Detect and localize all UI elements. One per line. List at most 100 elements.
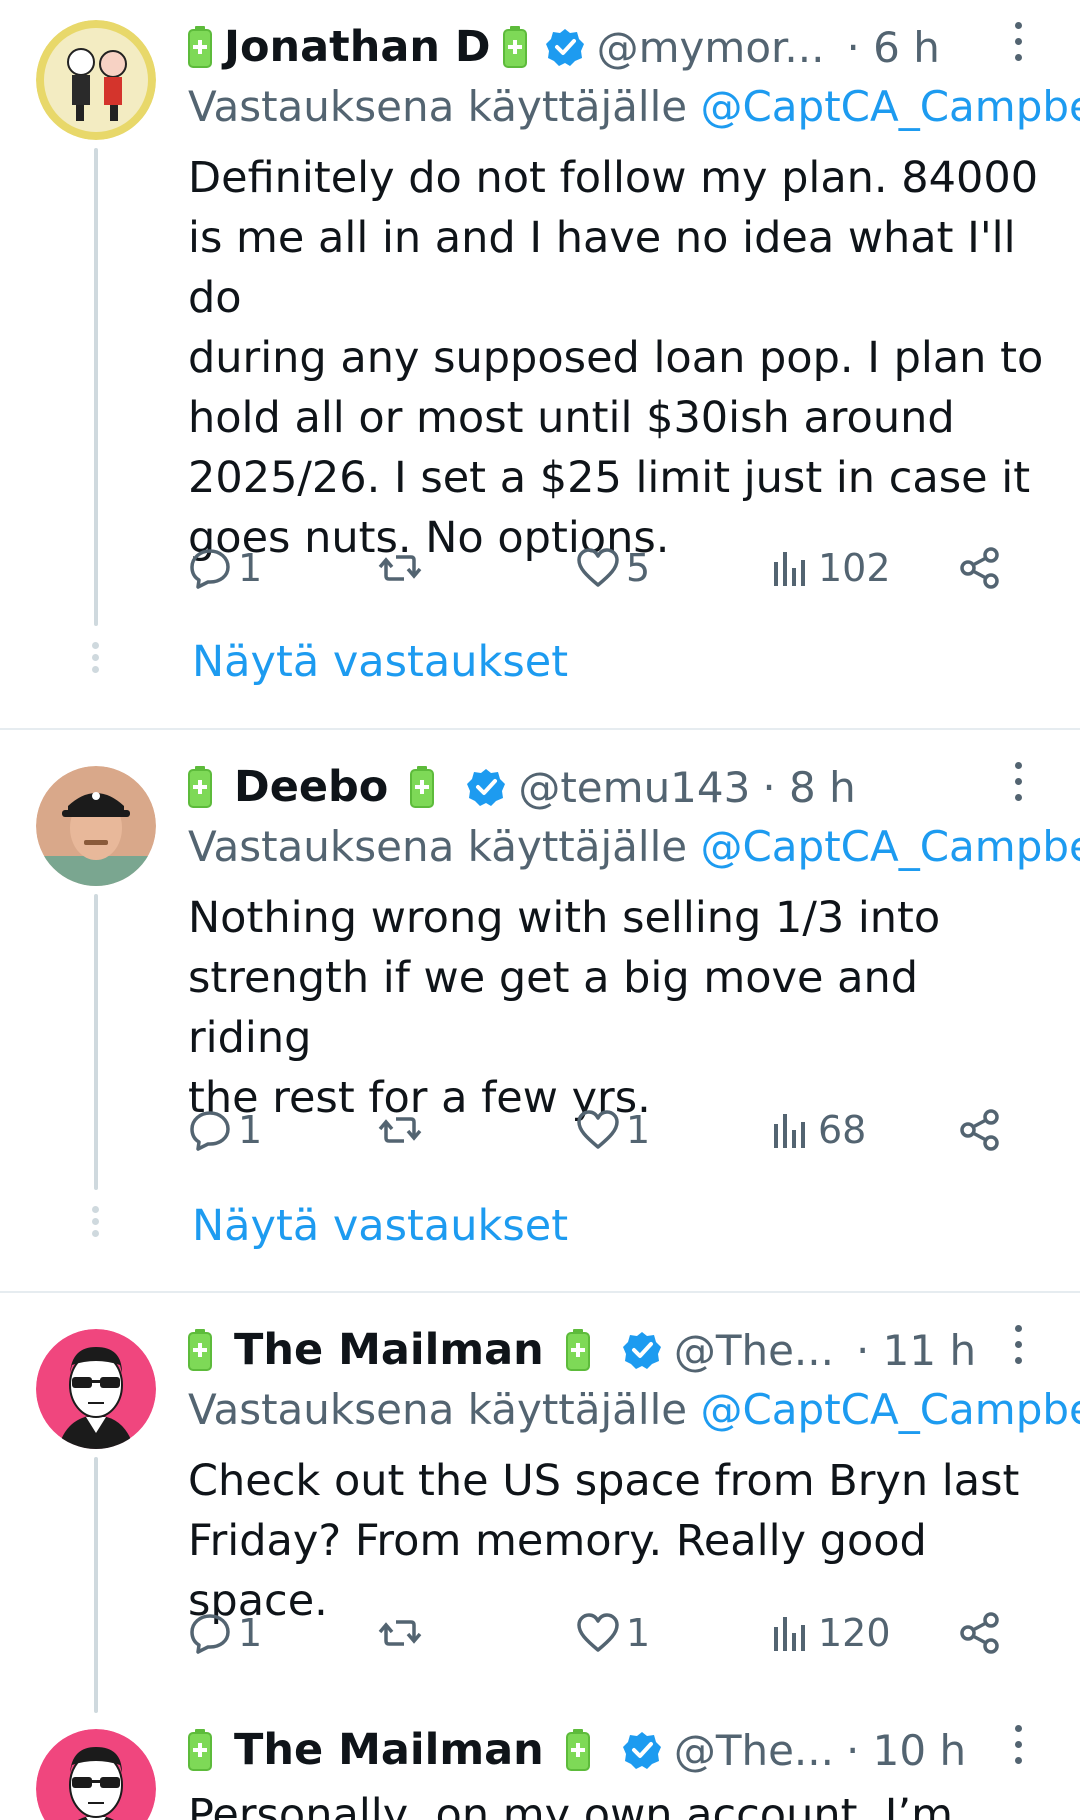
user-handle[interactable]: @temu143 xyxy=(518,763,750,812)
views-button[interactable]: 120 xyxy=(768,1603,891,1663)
user-handle[interactable]: @The... xyxy=(674,1326,834,1375)
reply-mention-link[interactable]: @CaptCA_Campbell xyxy=(700,82,1080,131)
share-icon xyxy=(960,547,999,589)
reply-prefix: Vastauksena käyttäjälle xyxy=(188,1385,688,1434)
tweet-actions: 1 1 68 xyxy=(188,1100,1018,1160)
verified-badge-icon xyxy=(466,767,506,807)
like-count: 1 xyxy=(626,1108,651,1152)
reply-count: 1 xyxy=(238,1108,263,1152)
timestamp[interactable]: · 11 h xyxy=(856,1326,976,1375)
thread-line xyxy=(94,1457,98,1713)
reply-count: 1 xyxy=(238,1611,263,1655)
battery-icon xyxy=(565,1729,590,1771)
reply-icon xyxy=(190,1111,230,1151)
battery-icon xyxy=(188,1329,212,1371)
tweet-2[interactable]: Deebo @temu143 · 8 h Vastauksena käyttäj… xyxy=(0,730,1080,1290)
tweet-text: Definitely do not follow my plan. 84000 … xyxy=(188,153,1044,563)
share-button[interactable] xyxy=(958,1603,1002,1663)
retweet-button[interactable] xyxy=(378,1100,422,1160)
reply-mention-link[interactable]: @CaptCA_Campbell xyxy=(700,822,1080,871)
retweet-icon xyxy=(378,1117,422,1143)
avatar-deebo[interactable] xyxy=(36,766,156,886)
avatar-jonathan-d[interactable] xyxy=(36,20,156,140)
tweet-actions: 1 1 120 xyxy=(188,1603,1018,1663)
like-button[interactable]: 1 xyxy=(576,1603,650,1663)
views-count: 102 xyxy=(818,546,891,590)
more-options-icon[interactable] xyxy=(1008,762,1028,810)
battery-icon xyxy=(188,1729,212,1771)
tweet-header: Deebo @temu143 · 8 h xyxy=(188,757,856,817)
thread-dots xyxy=(90,1206,100,1242)
reply-button[interactable]: 1 xyxy=(188,538,262,598)
show-replies-link[interactable]: Näytä vastaukset xyxy=(192,1196,568,1256)
tweet-text: Personally, on my own account, I’m xyxy=(188,1790,954,1820)
share-button[interactable] xyxy=(958,1100,1002,1160)
verified-badge-icon xyxy=(622,1330,662,1370)
more-options-icon[interactable] xyxy=(1008,1725,1028,1773)
reply-prefix: Vastauksena käyttäjälle xyxy=(188,822,688,871)
retweet-button[interactable] xyxy=(378,538,422,598)
tweet-actions: 1 5 102 xyxy=(188,538,1018,598)
tweet-1[interactable]: Jonathan D @mymor... · 6 h Vastauksena k… xyxy=(0,0,1080,728)
share-icon xyxy=(960,1612,999,1654)
reply-context: Vastauksena käyttäjälle @CaptCA_Campbell xyxy=(188,822,1080,880)
timestamp[interactable]: · 8 h xyxy=(762,763,855,812)
tweet-4[interactable]: The Mailman @The... · 10 h Personally, o… xyxy=(0,1713,1080,1820)
views-button[interactable]: 68 xyxy=(768,1100,866,1160)
like-count: 5 xyxy=(626,546,651,590)
share-button[interactable] xyxy=(958,538,1002,598)
share-icon xyxy=(960,1109,999,1151)
reply-button[interactable]: 1 xyxy=(188,1100,262,1160)
like-icon xyxy=(577,548,619,587)
reply-context: Vastauksena käyttäjälle @CaptCA_Campbell xyxy=(188,82,1080,140)
tweet-header: Jonathan D @mymor... · 6 h xyxy=(188,17,940,77)
battery-icon xyxy=(188,766,212,808)
thread-line xyxy=(94,894,98,1190)
thread-dots xyxy=(90,642,100,678)
like-button[interactable]: 1 xyxy=(576,1100,650,1160)
views-count: 120 xyxy=(818,1611,891,1655)
user-handle[interactable]: @The... xyxy=(674,1726,834,1775)
like-count: 1 xyxy=(626,1611,651,1655)
thread-line xyxy=(94,148,98,626)
reply-button[interactable]: 1 xyxy=(188,1603,262,1663)
tweet-header: The Mailman @The... · 10 h xyxy=(188,1720,966,1780)
avatar-the-mailman[interactable] xyxy=(36,1329,156,1449)
tweet-3[interactable]: The Mailman @The... · 11 h Vastauksena k… xyxy=(0,1293,1080,1713)
views-count: 68 xyxy=(818,1108,867,1152)
reply-icon xyxy=(190,549,230,589)
display-name[interactable]: Jonathan D xyxy=(224,22,491,72)
display-name[interactable]: The Mailman xyxy=(234,1725,544,1775)
views-icon xyxy=(774,552,805,586)
timestamp[interactable]: · 10 h xyxy=(846,1726,966,1775)
verified-badge-icon xyxy=(622,1730,662,1770)
display-name[interactable]: Deebo xyxy=(234,762,388,812)
reply-mention-link[interactable]: @CaptCA_Campbell xyxy=(700,1385,1080,1434)
more-options-icon[interactable] xyxy=(1008,1325,1028,1373)
like-button[interactable]: 5 xyxy=(576,538,650,598)
tweet-text: Nothing wrong with selling 1/3 into stre… xyxy=(188,893,941,1123)
battery-icon xyxy=(502,26,527,68)
views-icon xyxy=(774,1617,805,1651)
retweet-icon xyxy=(378,1620,422,1646)
avatar-the-mailman[interactable] xyxy=(36,1729,156,1820)
views-icon xyxy=(774,1114,805,1148)
like-icon xyxy=(577,1110,619,1149)
reply-context: Vastauksena käyttäjälle @CaptCA_Campbell xyxy=(188,1385,1080,1443)
verified-badge-icon xyxy=(545,27,585,67)
show-replies-link[interactable]: Näytä vastaukset xyxy=(192,632,568,692)
like-icon xyxy=(577,1613,619,1652)
views-button[interactable]: 102 xyxy=(768,538,891,598)
reply-count: 1 xyxy=(238,546,263,590)
user-handle[interactable]: @mymor... xyxy=(597,23,825,72)
more-options-icon[interactable] xyxy=(1008,22,1028,70)
battery-icon xyxy=(188,26,212,68)
reply-icon xyxy=(190,1614,230,1654)
battery-icon xyxy=(410,766,435,808)
timestamp[interactable]: · 6 h xyxy=(846,23,939,72)
retweet-icon xyxy=(378,555,422,581)
display-name[interactable]: The Mailman xyxy=(234,1325,544,1375)
retweet-button[interactable] xyxy=(378,1603,422,1663)
reply-prefix: Vastauksena käyttäjälle xyxy=(188,82,688,131)
tweet-header: The Mailman @The... · 11 h xyxy=(188,1320,976,1380)
